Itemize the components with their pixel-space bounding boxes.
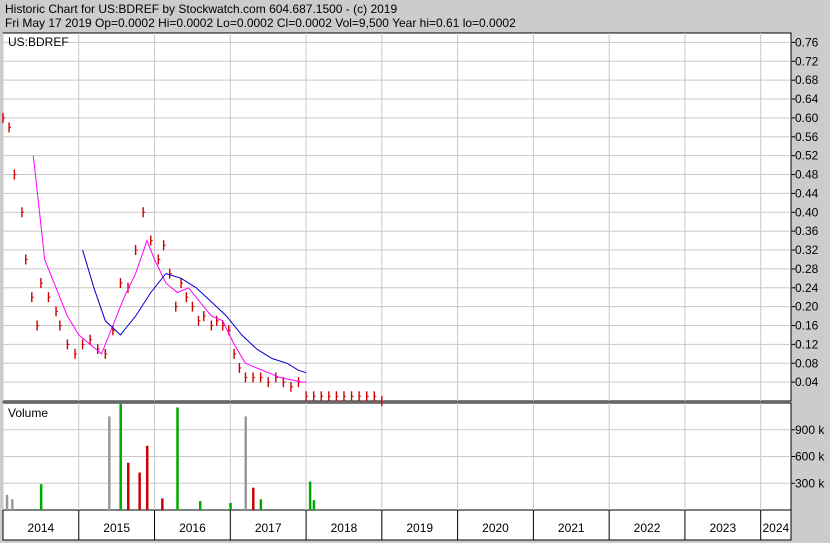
- year-label: 2015: [103, 521, 130, 535]
- year-label: 2021: [558, 521, 585, 535]
- price-tick-label: 0.24: [795, 281, 819, 295]
- volume-bar: [252, 487, 255, 510]
- price-tick-label: 0.28: [795, 262, 819, 276]
- price-tick-label: 0.56: [795, 130, 819, 144]
- year-label: 2019: [406, 521, 433, 535]
- price-tick-label: 0.08: [795, 356, 819, 370]
- volume-bar: [108, 416, 111, 510]
- price-tick-label: 0.60: [795, 111, 819, 125]
- volume-bar: [138, 472, 141, 510]
- volume-label: Volume: [8, 406, 48, 420]
- price-y-axis: 0.76 0.72 0.68 0.64 0.60 0.56 0.52 0.48 0.44 0.40…: [791, 35, 819, 389]
- volume-tick-label: 900 k: [795, 423, 825, 437]
- year-label: 2020: [482, 521, 509, 535]
- volume-bar: [119, 403, 122, 510]
- symbol-label: US:BDREF: [8, 35, 69, 49]
- price-tick-label: 0.72: [795, 54, 819, 68]
- volume-bar: [229, 502, 232, 510]
- volume-bar: [127, 462, 130, 510]
- volume-bar: [308, 481, 312, 510]
- price-tick-label: 0.76: [795, 35, 819, 49]
- volume-bar: [5, 494, 9, 510]
- year-label: 2017: [255, 521, 282, 535]
- price-panel: [2, 32, 792, 402]
- price-tick-label: 0.20: [795, 300, 819, 314]
- volume-bar: [176, 407, 179, 510]
- price-tick-label: 0.64: [795, 92, 819, 106]
- volume-bar: [39, 484, 43, 510]
- year-label: 2014: [28, 521, 55, 535]
- year-label: 2024: [762, 521, 789, 535]
- year-label: 2023: [709, 521, 736, 535]
- price-tick-label: 0.12: [795, 337, 819, 351]
- price-tick-label: 0.32: [795, 243, 819, 257]
- price-tick-label: 0.52: [795, 149, 819, 163]
- price-tick-label: 0.44: [795, 186, 819, 200]
- price-tick-label: 0.04: [795, 375, 819, 389]
- price-tick-label: 0.48: [795, 168, 819, 182]
- volume-bar: [312, 500, 316, 510]
- volume-bar: [259, 499, 263, 510]
- volume-bar: [161, 498, 164, 510]
- volume-tick-label: 300 k: [795, 476, 825, 490]
- year-label: 2016: [179, 521, 206, 535]
- stock-chart: 2014 2015 2016 2017 2018 2019 2020 2021 2022 2023…: [2, 32, 825, 541]
- volume-y-axis: 900 k 600 k 300 k: [791, 423, 825, 490]
- volume-bar: [244, 416, 247, 510]
- volume-bar: [199, 501, 202, 510]
- price-tick-label: 0.36: [795, 224, 819, 238]
- year-label: 2018: [331, 521, 358, 535]
- price-tick-label: 0.40: [795, 205, 819, 219]
- volume-bar: [145, 445, 149, 510]
- year-label: 2022: [634, 521, 661, 535]
- price-tick-label: 0.16: [795, 319, 819, 333]
- volume-tick-label: 600 k: [795, 450, 825, 464]
- price-tick-label: 0.68: [795, 73, 819, 87]
- volume-bar: [11, 499, 14, 510]
